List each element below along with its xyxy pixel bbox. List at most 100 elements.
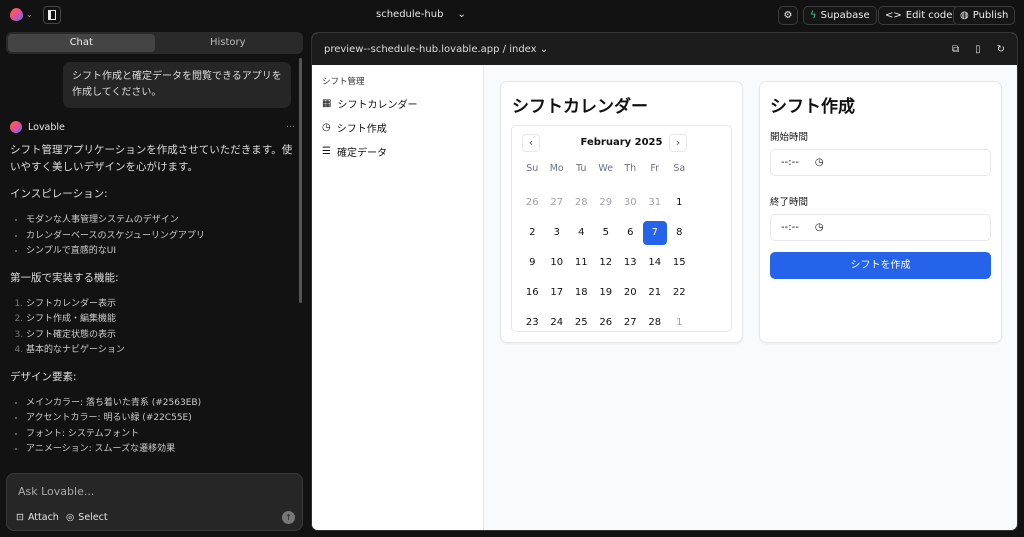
- toggle-sidebar-button[interactable]: [43, 6, 61, 24]
- open-external-icon[interactable]: ⧉: [952, 44, 959, 55]
- calendar-day[interactable]: 10: [545, 251, 569, 275]
- list-item: アニメーション: スムーズな遷移効果: [26, 442, 295, 458]
- sidebar-item-confirmed[interactable]: ☰ 確定データ: [312, 139, 483, 163]
- sidebar-icon: [48, 10, 56, 20]
- clock-icon: ◷: [322, 121, 331, 133]
- heart-logo-icon: [10, 8, 23, 21]
- sidebar-item-calendar[interactable]: ▦ シフトカレンダー: [312, 91, 483, 115]
- calendar-day[interactable]: 5: [594, 221, 618, 245]
- design-list: メインカラー: 落ち着いた青系 (#2563EB) アクセントカラー: 明るい緑…: [26, 396, 295, 458]
- create-shift-button[interactable]: シフトを作成: [770, 252, 991, 279]
- mobile-view-icon[interactable]: ▯: [975, 44, 981, 55]
- list-item: シフト作成・編集機能: [26, 312, 295, 328]
- calendar-day[interactable]: 11: [569, 251, 593, 275]
- weekday-label: Sa: [673, 163, 686, 174]
- tab-chat[interactable]: Chat: [8, 34, 155, 52]
- calendar-day[interactable]: 25: [569, 311, 593, 335]
- list-item: シンプルで直感的なUI: [26, 244, 295, 260]
- calendar-day[interactable]: 8: [667, 221, 691, 245]
- section-title: デザイン要素:: [10, 370, 77, 383]
- preview-header: preview--schedule-hub.lovable.app / inde…: [312, 33, 1017, 65]
- calendar-day[interactable]: 24: [545, 311, 569, 335]
- select-button[interactable]: ◎ Select: [66, 512, 108, 523]
- weekday-label: Su: [526, 163, 539, 174]
- calendar-day[interactable]: 1: [667, 191, 691, 215]
- end-time-input[interactable]: --:-- ◷: [770, 214, 991, 241]
- calendar-day[interactable]: 27: [545, 191, 569, 215]
- image-icon: ⊡: [16, 512, 24, 523]
- start-time-input[interactable]: --:-- ◷: [770, 149, 991, 176]
- list-item: アクセントカラー: 明るい緑 (#22C55E): [26, 411, 295, 427]
- settings-button[interactable]: ⚙: [778, 6, 798, 25]
- calendar-day[interactable]: 28: [569, 191, 593, 215]
- publish-button[interactable]: ◍ Publish: [953, 6, 1016, 25]
- supabase-button[interactable]: ϟ Supabase: [803, 6, 877, 25]
- attach-button[interactable]: ⊡ Attach: [16, 512, 59, 523]
- inspiration-list: モダンな人事管理システムのデザイン カレンダーベースのスケジューリングアプリ シ…: [26, 213, 295, 260]
- calendar-day[interactable]: 14: [643, 251, 667, 275]
- calendar-day[interactable]: 13: [618, 251, 642, 275]
- section-title: 第一版で実装する機能:: [10, 271, 119, 284]
- calendar-day[interactable]: 6: [618, 221, 642, 245]
- refresh-icon[interactable]: ↻: [997, 44, 1005, 55]
- calendar-day[interactable]: 29: [594, 191, 618, 215]
- sidebar-item-label: 確定データ: [336, 147, 387, 159]
- calendar-day[interactable]: 2: [520, 221, 544, 245]
- next-month-button[interactable]: ›: [669, 134, 687, 152]
- end-time-label: 終了時間: [770, 197, 809, 208]
- calendar-day[interactable]: 21: [643, 281, 667, 305]
- calendar-day[interactable]: 26: [594, 311, 618, 335]
- calendar-grid: Su Mo Tu We Th Fr Sa 26 27 28 29 30 31 1 2 3 4 5 6 7 8 9 10 11 1…: [520, 158, 692, 338]
- publish-label: Publish: [972, 10, 1009, 21]
- calendar-day[interactable]: 20: [618, 281, 642, 305]
- supabase-label: Supabase: [820, 10, 870, 21]
- preview-url: preview--schedule-hub.lovable.app / inde…: [324, 43, 537, 55]
- project-name: schedule-hub: [376, 9, 444, 20]
- weekday-label: Fr: [650, 163, 660, 174]
- lovable-logo-menu[interactable]: ⌄: [10, 8, 33, 21]
- sidebar-item-label: シフト作成: [336, 123, 387, 135]
- calendar-day[interactable]: 4: [569, 221, 593, 245]
- bot-name: Lovable: [28, 121, 65, 133]
- calendar-day[interactable]: 17: [545, 281, 569, 305]
- calendar-day[interactable]: 3: [545, 221, 569, 245]
- calendar-day[interactable]: 19: [594, 281, 618, 305]
- heart-logo-icon: [10, 121, 22, 133]
- calendar-day[interactable]: 16: [520, 281, 544, 305]
- calendar-day[interactable]: 23: [520, 311, 544, 335]
- bot-message: シフト管理アプリケーションを作成させていただきます。使いやすく美しいデザインを心…: [10, 142, 295, 468]
- calendar-day[interactable]: 27: [618, 311, 642, 335]
- calendar: ‹ February 2025 › Su Mo Tu We Th Fr Sa 26 27 28 29…: [511, 125, 732, 332]
- calendar-day[interactable]: 1: [667, 311, 691, 335]
- project-name-menu[interactable]: schedule-hub ⌄: [376, 9, 466, 20]
- calendar-day[interactable]: 18: [569, 281, 593, 305]
- select-label: Select: [78, 512, 108, 523]
- calendar-day[interactable]: 15: [667, 251, 691, 275]
- chat-input[interactable]: Ask Lovable...: [18, 485, 94, 498]
- url-selector[interactable]: preview--schedule-hub.lovable.app / inde…: [324, 44, 548, 55]
- calendar-day[interactable]: 28: [643, 311, 667, 335]
- sidebar-item-create[interactable]: ◷ シフト作成: [312, 115, 483, 139]
- supabase-bolt-icon: ϟ: [810, 10, 817, 21]
- list-icon: ☰: [322, 145, 331, 157]
- calendar-day-selected[interactable]: 7: [642, 221, 667, 245]
- list-item: モダンな人事管理システムのデザイン: [26, 213, 295, 229]
- calendar-day[interactable]: 22: [667, 281, 691, 305]
- calendar-day[interactable]: 12: [594, 251, 618, 275]
- calendar-day[interactable]: 31: [643, 191, 667, 215]
- list-item: シフトカレンダー表示: [26, 297, 295, 313]
- chat-scrollbar[interactable]: [299, 58, 302, 303]
- more-options-button[interactable]: ···: [286, 122, 295, 133]
- sidebar-item-label: シフトカレンダー: [337, 99, 418, 111]
- calendar-day[interactable]: 9: [520, 251, 544, 275]
- month-label: February 2025: [580, 137, 663, 148]
- edit-code-button[interactable]: <> Edit code: [878, 6, 960, 25]
- start-time-label: 開始時間: [770, 132, 809, 143]
- code-icon: <>: [885, 10, 902, 21]
- calendar-day[interactable]: 30: [618, 191, 642, 215]
- calendar-card: シフトカレンダー ‹ February 2025 › Su Mo Tu We Th Fr S…: [500, 81, 743, 343]
- calendar-day[interactable]: 26: [520, 191, 544, 215]
- send-button[interactable]: ↑: [282, 511, 295, 524]
- card-title: シフトカレンダー: [512, 97, 648, 117]
- tab-history[interactable]: History: [155, 34, 302, 52]
